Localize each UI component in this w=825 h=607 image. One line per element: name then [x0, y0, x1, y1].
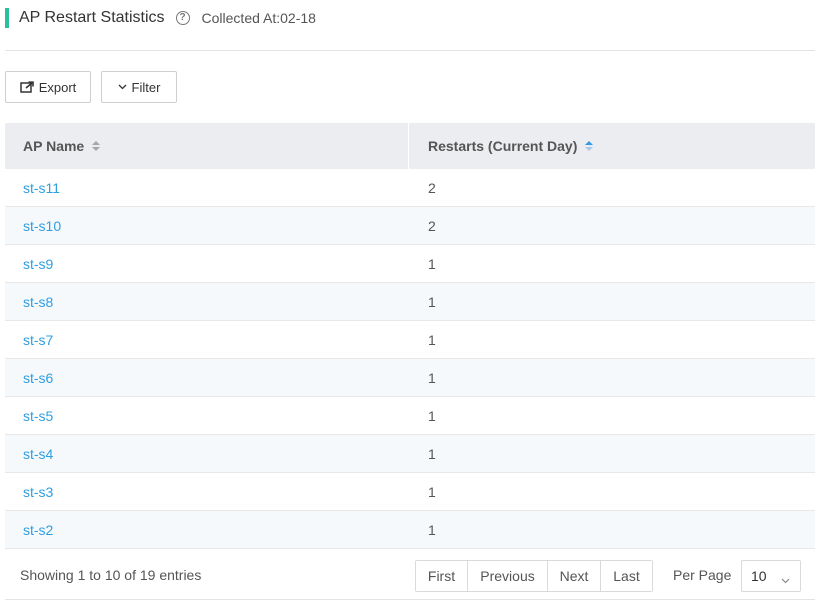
previous-page-button[interactable]: Previous — [468, 561, 548, 591]
restarts-cell: 1 — [428, 293, 436, 310]
last-page-button[interactable]: Last — [601, 561, 652, 591]
ap-name-link[interactable]: st-s7 — [5, 332, 409, 348]
column-header-restarts[interactable]: Restarts (Current Day) — [409, 123, 815, 169]
table-header: AP Name Restarts (Current Day) — [5, 123, 815, 169]
restarts-cell: 1 — [428, 407, 436, 424]
table-row: st-s10 2 — [5, 207, 815, 245]
table-row: st-s4 1 — [5, 435, 815, 473]
export-button-label: Export — [38, 79, 77, 95]
filter-button-label: Filter — [131, 79, 161, 95]
restarts-cell: 1 — [428, 255, 436, 272]
restarts-cell: 1 — [428, 369, 436, 386]
sort-icon[interactable] — [585, 141, 594, 151]
restarts-cell: 1 — [428, 483, 436, 500]
chevron-down-icon — [781, 571, 790, 587]
first-page-button[interactable]: First — [416, 561, 468, 591]
table-body: st-s11 2 st-s10 2 st-s9 1 st-s8 1 st-s7 1 st-… — [5, 169, 815, 549]
collected-at-text: Collected At:02-18 — [201, 10, 316, 26]
restarts-cell: 2 — [428, 217, 436, 234]
ap-name-link[interactable]: st-s9 — [5, 256, 409, 272]
help-icon[interactable]: ? — [175, 11, 190, 25]
ap-restart-table: AP Name Restarts (Current Day) st-s11 2 s… — [5, 123, 815, 549]
table-row: st-s8 1 — [5, 283, 815, 321]
table-row: st-s9 1 — [5, 245, 815, 283]
ap-name-link[interactable]: st-s3 — [5, 484, 409, 500]
table-row: st-s5 1 — [5, 397, 815, 435]
column-header-ap-name[interactable]: AP Name — [5, 123, 408, 169]
restarts-cell: 1 — [428, 331, 436, 348]
restarts-cell: 1 — [428, 521, 436, 538]
ap-name-link[interactable]: st-s6 — [5, 370, 409, 386]
per-page-label: Per Page — [673, 567, 732, 583]
table-row: st-s2 1 — [5, 511, 815, 549]
pagination: First Previous Next Last — [415, 560, 653, 592]
filter-button[interactable]: Filter — [101, 71, 177, 103]
column-header-label: AP Name — [23, 138, 85, 154]
ap-name-link[interactable]: st-s8 — [5, 294, 409, 310]
table-row: st-s7 1 — [5, 321, 815, 359]
export-button[interactable]: Export — [5, 71, 91, 103]
restarts-cell: 2 — [428, 179, 436, 196]
page-header: AP Restart Statistics ? Collected At:02-… — [5, 6, 316, 30]
ap-name-link[interactable]: st-s10 — [5, 218, 409, 234]
ap-name-link[interactable]: st-s4 — [5, 446, 409, 462]
export-icon — [19, 81, 34, 93]
table-row: st-s3 1 — [5, 473, 815, 511]
header-divider — [5, 50, 815, 51]
per-page-select[interactable]: 10 — [741, 560, 801, 592]
ap-name-link[interactable]: st-s5 — [5, 408, 409, 424]
per-page-value: 10 — [751, 568, 767, 584]
table-row: st-s6 1 — [5, 359, 815, 397]
restarts-cell: 1 — [428, 445, 436, 462]
ap-name-link[interactable]: st-s2 — [5, 522, 409, 538]
next-page-button[interactable]: Next — [548, 561, 601, 591]
page-title: AP Restart Statistics — [19, 9, 165, 26]
table-row: st-s11 2 — [5, 169, 815, 207]
title-accent-bar — [5, 8, 9, 28]
column-header-label: Restarts (Current Day) — [428, 138, 578, 154]
ap-name-link[interactable]: st-s11 — [5, 180, 409, 196]
chevron-down-icon — [118, 84, 127, 90]
sort-icon[interactable] — [92, 141, 101, 151]
table-footer: Showing 1 to 10 of 19 entries First Prev… — [5, 552, 815, 600]
entries-summary: Showing 1 to 10 of 19 entries — [20, 567, 202, 583]
